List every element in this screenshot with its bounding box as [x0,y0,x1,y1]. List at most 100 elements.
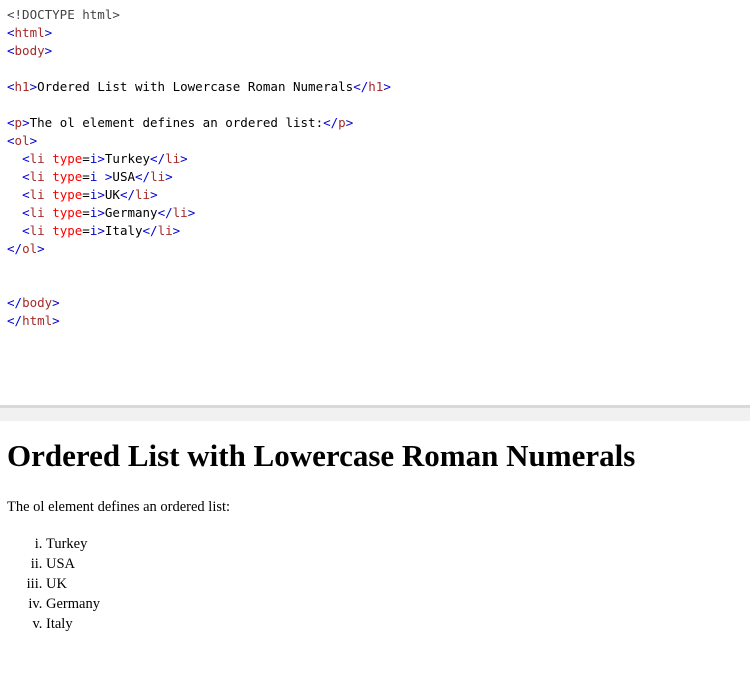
bracket-token: </ [7,241,23,256]
tag-name-token: body [22,295,53,310]
bracket-token: < [7,25,15,40]
bracket-token: > [29,79,38,94]
attribute-token: type [52,223,83,238]
text-token: = [82,169,90,184]
list-item: Germany [46,594,100,614]
code-line[interactable]: </html> [7,312,391,330]
attribute-token: type [52,187,83,202]
tag-name-token: ol [22,241,38,256]
bracket-token: < [22,205,30,220]
tag-name-token: li [135,187,151,202]
tag-name-token: h1 [14,79,30,94]
tag-name-token: ol [14,133,30,148]
list-item: USA [46,554,100,574]
bracket-token: > [52,313,60,328]
bracket-token: > [29,133,38,148]
text-token: Germany [104,205,158,220]
tag-name-token: li [165,151,181,166]
tag-name-token: h1 [368,79,384,94]
text-token: = [82,205,90,220]
code-line[interactable]: <html> [7,24,391,42]
bracket-token: </ [7,313,23,328]
text-token: Turkey [104,151,151,166]
result-heading: Ordered List with Lowercase Roman Numera… [7,438,636,473]
list-item: Italy [46,614,100,634]
bracket-token: > [37,241,45,256]
code-line[interactable]: <li type=i>Turkey</li> [7,150,391,168]
bracket-token: < [7,115,15,130]
attribute-token: type [52,151,83,166]
code-line[interactable]: <li type=i>Italy</li> [7,222,391,240]
tag-name-token: li [150,169,166,184]
bracket-token: > [22,115,30,130]
doctype-token: <!DOCTYPE html> [7,7,120,22]
bracket-token: < [22,151,30,166]
bracket-token: </ [135,169,151,184]
result-paragraph: The ol element defines an ordered list: [7,499,231,515]
code-line[interactable]: </body> [7,294,391,312]
tag-name-token: li [29,205,45,220]
bracket-token: > [180,151,188,166]
text-token: = [82,151,90,166]
bracket-token: </ [150,151,166,166]
panel-divider[interactable] [0,405,750,421]
tag-name-token: li [157,223,173,238]
tag-name-token: html [22,313,53,328]
bracket-token: </ [7,295,23,310]
bracket-token: > [172,223,181,238]
tag-name-token: li [172,205,188,220]
text-token: Ordered List with Lowercase Roman Numera… [37,79,354,94]
bracket-token: > [383,79,391,94]
code-line[interactable]: </ol> [7,240,391,258]
result-ordered-list: Turkey USA UK Germany Italy [46,534,100,634]
code-line[interactable] [7,276,391,294]
bracket-token: < [22,169,30,184]
bracket-token: > [187,205,196,220]
code-text[interactable]: <!DOCTYPE html> <html> <body> <h1>Ordered … [7,6,391,330]
code-line[interactable]: <li type=i>Germany</li> [7,204,391,222]
bracket-token: < [22,223,30,238]
code-line[interactable]: <li type=i >USA</li> [7,168,391,186]
list-item: UK [46,574,100,594]
result-frame: Ordered List with Lowercase Roman Numera… [0,421,750,677]
bracket-token: > [97,187,105,202]
bracket-token: > [97,223,105,238]
tag-name-token: li [29,169,45,184]
bracket-token: </ [323,115,339,130]
bracket-token: > [97,151,105,166]
tag-name-token: li [29,223,45,238]
tag-name-token: body [14,43,45,58]
bracket-token: < [7,43,15,58]
bracket-token: < [7,79,15,94]
code-line[interactable]: <ol> [7,132,391,150]
attribute-token: type [52,205,83,220]
text-token: USA [112,169,135,184]
bracket-token: < [22,187,30,202]
code-line[interactable] [7,60,391,78]
bracket-token: < [7,133,15,148]
code-line[interactable] [7,258,391,276]
bracket-token: > [150,187,158,202]
tag-name-token: p [338,115,346,130]
code-editor[interactable]: <!DOCTYPE html> <html> <body> <h1>Ordered … [0,0,750,405]
text-token: Italy [104,223,143,238]
bracket-token: > [97,205,105,220]
code-line[interactable]: <body> [7,42,391,60]
bracket-token: > [345,115,354,130]
text-token: UK [104,187,120,202]
code-line[interactable]: <h1>Ordered List with Lowercase Roman Nu… [7,78,391,96]
tag-name-token: li [29,151,45,166]
code-line[interactable]: <!DOCTYPE html> [7,6,391,24]
bracket-token: </ [119,187,136,202]
code-line[interactable]: <p>The ol element defines an ordered lis… [7,114,391,132]
tag-name-token: p [14,115,23,130]
tag-name-token: html [14,25,45,40]
code-line[interactable] [7,96,391,114]
text-token: = [82,187,90,202]
code-line[interactable]: <li type=i>UK</li> [7,186,391,204]
